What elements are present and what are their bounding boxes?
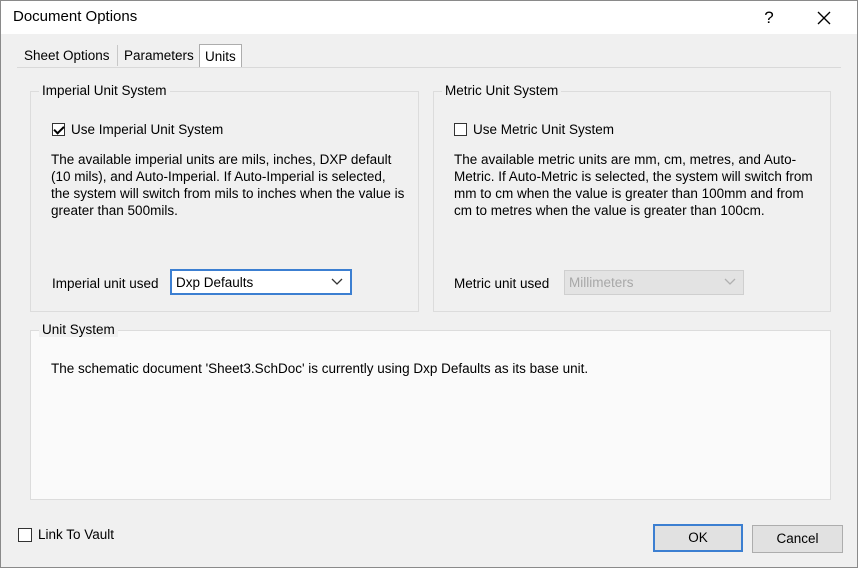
use-metric-checkbox-row[interactable]: Use Metric Unit System — [454, 122, 614, 137]
link-to-vault-checkbox[interactable] — [18, 527, 32, 542]
window-title: Document Options — [13, 8, 138, 25]
close-button[interactable] — [801, 1, 847, 34]
chevron-down-icon — [724, 278, 736, 285]
link-to-vault-label: Link To Vault — [38, 527, 115, 542]
imperial-unit-group: Imperial Unit System Use Imperial Unit S… — [30, 83, 419, 312]
metric-unit-dropdown[interactable]: Millimeters — [564, 270, 744, 295]
close-icon — [817, 11, 831, 25]
metric-unit-value: Millimeters — [569, 275, 634, 290]
chevron-down-icon — [331, 278, 343, 285]
imperial-description: The available imperial units are mils, i… — [51, 152, 405, 218]
use-imperial-checkbox-row[interactable]: Use Imperial Unit System — [52, 122, 223, 137]
units-tab-panel: Imperial Unit System Use Imperial Unit S… — [17, 67, 841, 508]
tab-sheet-options[interactable]: Sheet Options — [17, 45, 118, 66]
link-to-vault-row[interactable]: Link To Vault — [18, 527, 114, 542]
cancel-button[interactable]: Cancel — [752, 525, 843, 553]
imperial-unit-label: Imperial unit used — [52, 276, 159, 291]
metric-description: The available metric units are mm, cm, m… — [454, 152, 813, 218]
ok-button[interactable]: OK — [653, 524, 743, 552]
unit-system-group-label: Unit System — [39, 322, 118, 337]
imperial-group-label: Imperial Unit System — [39, 83, 170, 98]
tab-units[interactable]: Units — [199, 44, 242, 68]
use-imperial-label: Use Imperial Unit System — [71, 122, 224, 137]
help-button[interactable]: ? — [746, 1, 792, 34]
metric-group-label: Metric Unit System — [442, 83, 562, 98]
imperial-unit-dropdown[interactable]: Dxp Defaults — [170, 269, 352, 295]
unit-system-group: Unit System The schematic document 'Shee… — [30, 322, 831, 500]
use-metric-checkbox[interactable] — [454, 123, 467, 136]
tab-parameters[interactable]: Parameters — [117, 45, 201, 66]
metric-unit-label: Metric unit used — [454, 276, 550, 291]
metric-unit-group: Metric Unit System Use Metric Unit Syste… — [433, 83, 831, 312]
unit-system-message: The schematic document 'Sheet3.SchDoc' i… — [51, 361, 589, 376]
use-imperial-checkbox[interactable] — [52, 123, 65, 136]
title-bar: Document Options ? — [1, 1, 857, 34]
document-options-dialog: Document Options ? Sheet Options Paramet… — [0, 0, 858, 568]
imperial-unit-value: Dxp Defaults — [176, 274, 254, 290]
use-metric-label: Use Metric Unit System — [473, 122, 615, 137]
